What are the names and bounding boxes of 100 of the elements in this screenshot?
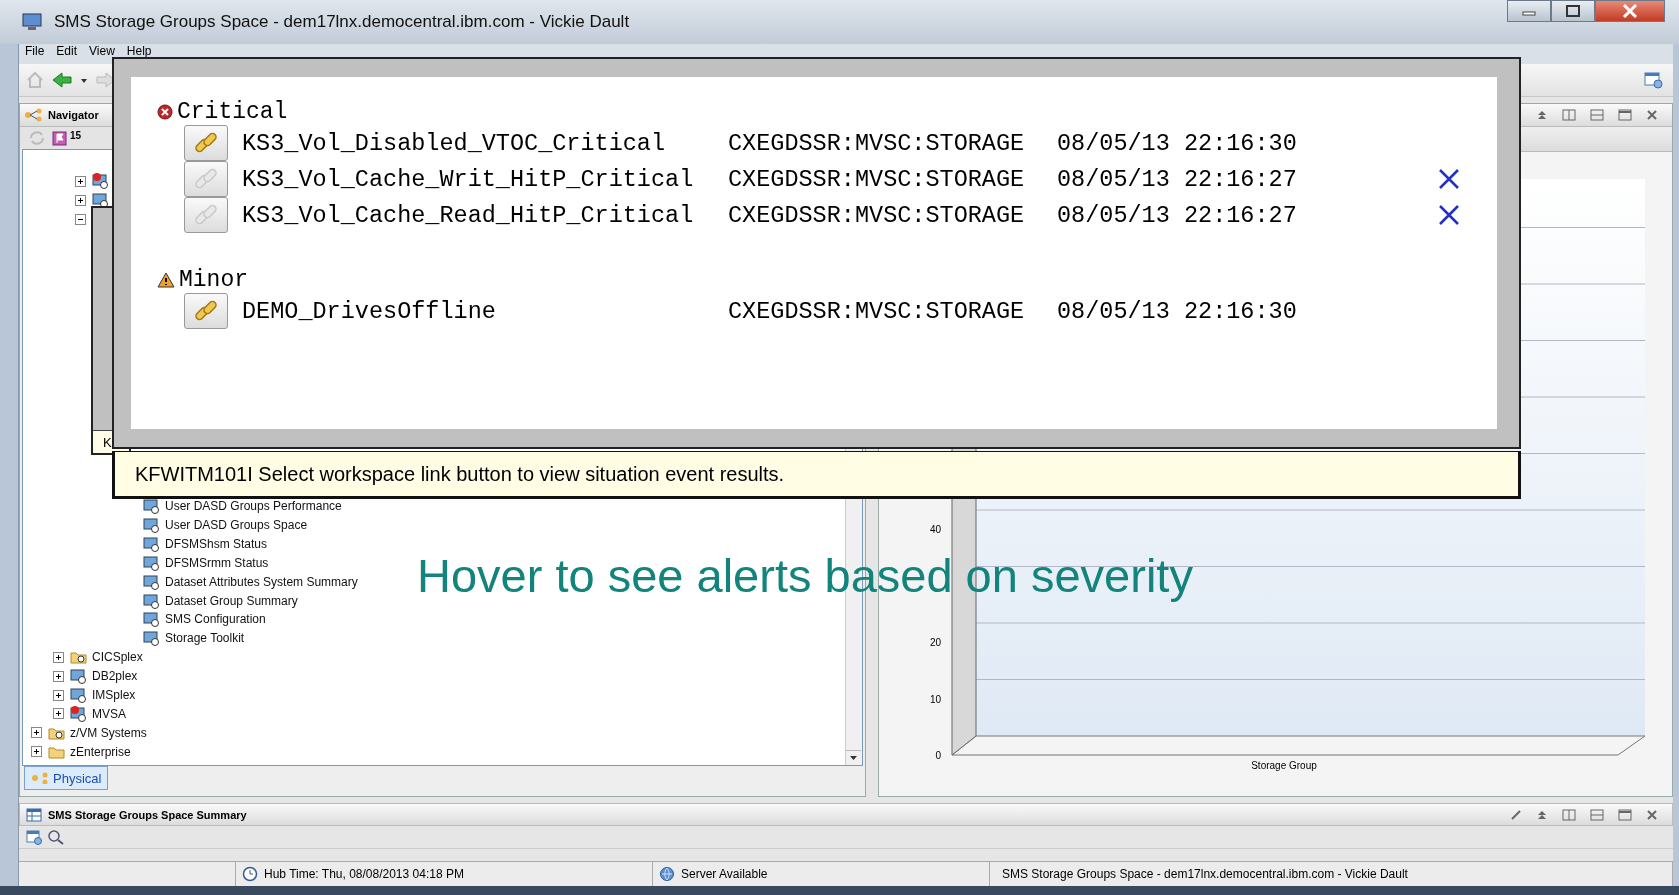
split-horizontal-icon[interactable]: [1590, 808, 1604, 821]
expander-icon[interactable]: [75, 175, 86, 187]
popup-message: K: [103, 434, 112, 450]
event-timestamp: 08/05/13 22:16:30: [1057, 297, 1298, 325]
maximize-icon[interactable]: [1618, 109, 1632, 121]
close-icon[interactable]: [1437, 204, 1461, 226]
collapse-icon[interactable]: [1536, 808, 1548, 821]
tree-item[interactable]: SMS Configuration: [165, 612, 266, 627]
event-timestamp: 08/05/13 22:16:27: [1057, 165, 1298, 193]
event-timestamp: 08/05/13 22:16:27: [1057, 201, 1298, 229]
back-arrow-icon[interactable]: [51, 71, 73, 89]
tree-item[interactable]: z/VM Systems: [70, 725, 147, 740]
menu-item[interactable]: View: [89, 44, 115, 58]
annotation-text: Hover to see alerts based on severity: [417, 548, 1193, 603]
monitor-icon: [92, 192, 110, 209]
clock-icon: [242, 866, 258, 882]
split-vertical-icon[interactable]: [1562, 109, 1576, 121]
monitor-icon: [22, 13, 42, 31]
navigator-title: Navigator: [48, 109, 99, 121]
expander-icon[interactable]: [31, 727, 42, 739]
view-title: SMS Storage Groups Space Summary: [48, 808, 247, 821]
maximize-button[interactable]: [1551, 0, 1595, 22]
server-status: Server Available: [681, 867, 768, 881]
close-icon: [1621, 4, 1639, 18]
monitor-icon: [143, 611, 161, 628]
event-origin: CXEGDSSR:MVSC:STORAGE: [728, 297, 1026, 325]
critical-icon: [157, 104, 173, 120]
close-button[interactable]: [1595, 0, 1665, 22]
menu-item[interactable]: File: [25, 44, 45, 58]
split-vertical-icon[interactable]: [1562, 808, 1576, 821]
view-tab[interactable]: Physical: [24, 766, 109, 790]
workspace-link-button[interactable]: [184, 293, 228, 329]
workspace-name: SMS Storage Groups Space - dem17lnx.democentral.ibm.com - Vickie Dault: [1002, 867, 1408, 881]
monitor-icon: [70, 687, 88, 703]
hierarchy-icon: [24, 108, 44, 122]
tree-item[interactable]: DFSMSrmm Status: [165, 555, 269, 570]
tree-item[interactable]: User DASD Groups Performance: [165, 499, 342, 514]
tree-item[interactable]: Storage Toolkit: [165, 631, 245, 646]
severity-heading: Minor: [179, 267, 248, 293]
situation-name: KS3_Vol_Cache_Read_HitP_Critical: [242, 201, 695, 229]
alert-monitor-icon: [70, 705, 88, 722]
flag-icon[interactable]: [52, 130, 68, 146]
tooltip-message: KFWITM101I Select workspace link button to view situation event results.: [112, 451, 1521, 499]
tree-item[interactable]: CICSplex: [92, 650, 143, 665]
axis-title: Storage Group: [1251, 760, 1317, 771]
table-icon: [26, 807, 42, 822]
tree-item[interactable]: DB2plex: [92, 669, 138, 684]
monitor-icon: [143, 630, 161, 647]
event-origin: CXEGDSSR:MVSC:STORAGE: [728, 201, 1026, 229]
warning-icon: [157, 272, 175, 288]
tree-item[interactable]: Dataset Group Summary: [165, 593, 298, 608]
tree-item[interactable]: User DASD Groups Space: [165, 518, 308, 532]
close-icon[interactable]: [1646, 109, 1658, 121]
close-icon[interactable]: [1646, 808, 1658, 821]
close-icon[interactable]: [1437, 168, 1461, 190]
monitor-icon: [143, 517, 161, 533]
workspace-link-button[interactable]: [184, 125, 228, 161]
expander-icon[interactable]: [75, 213, 86, 225]
calendar-icon[interactable]: [25, 829, 43, 845]
axis-tick-label: 0: [935, 750, 941, 761]
tree-item[interactable]: DFSMShsm Status: [165, 536, 268, 551]
minimize-button[interactable]: [1507, 0, 1551, 22]
globe-icon: [659, 866, 675, 882]
monitor-icon: [143, 535, 161, 552]
situation-name: DEMO_DrivesOffline: [242, 297, 497, 325]
tree-item[interactable]: Dataset Attributes System Summary: [165, 574, 358, 589]
expander-icon[interactable]: [53, 651, 64, 663]
calendar-icon[interactable]: [1643, 71, 1663, 89]
axis-tick-label: 10: [929, 693, 941, 705]
expander-icon[interactable]: [53, 689, 64, 701]
expander-icon[interactable]: [53, 708, 64, 720]
expander-icon[interactable]: [75, 194, 86, 206]
alert-monitor-icon: [92, 173, 110, 190]
hierarchy-icon: [31, 772, 49, 784]
event-count: 15: [70, 129, 82, 141]
edit-icon[interactable]: [1510, 808, 1522, 821]
monitor-icon: [143, 592, 161, 609]
menu-item[interactable]: Help: [126, 44, 152, 58]
search-icon[interactable]: [47, 829, 65, 845]
collapse-icon[interactable]: [1536, 109, 1548, 121]
window-title: SMS Storage Groups Space - dem17lnx.democentral.ibm.com - Vickie Dault: [54, 12, 630, 32]
menu-item[interactable]: Edit: [56, 44, 78, 58]
folder-gear-icon: [70, 649, 88, 666]
severity-heading: Critical: [177, 99, 288, 125]
event-timestamp: 08/05/13 22:16:30: [1057, 129, 1298, 157]
monitor-icon: [70, 668, 88, 685]
axis-tick-label: 40: [929, 524, 941, 535]
expander-icon[interactable]: [31, 746, 42, 758]
situation-name: KS3_Vol_Cache_Writ_HitP_Critical: [242, 165, 695, 193]
monitor-icon: [143, 498, 161, 515]
tree-item[interactable]: zEnterprise: [70, 744, 131, 759]
tree-item[interactable]: MVSA: [92, 706, 126, 721]
monitor-icon: [143, 573, 161, 590]
split-horizontal-icon[interactable]: [1590, 109, 1604, 121]
situation-name: KS3_Vol_Disabled_VTOC_Critical: [242, 129, 667, 157]
monitor-icon: [143, 554, 161, 571]
event-origin: CXEGDSSR:MVSC:STORAGE: [728, 129, 1026, 157]
expander-icon[interactable]: [53, 670, 64, 682]
maximize-icon[interactable]: [1618, 808, 1632, 821]
tree-item[interactable]: IMSplex: [92, 688, 136, 702]
